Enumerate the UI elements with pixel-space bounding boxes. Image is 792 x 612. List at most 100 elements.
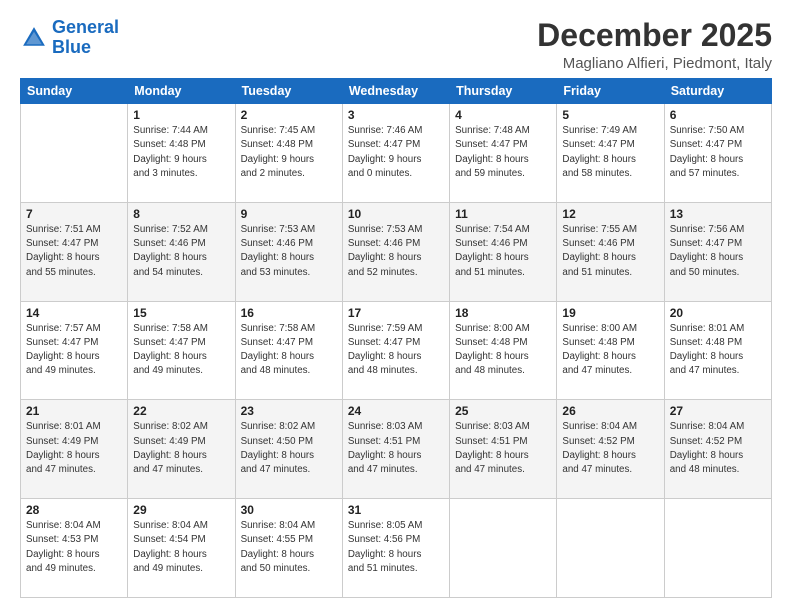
calendar-cell: 25 Sunrise: 8:03 AMSunset: 4:51 PMDayligh… (450, 400, 557, 499)
day-of-week-thursday: Thursday (450, 79, 557, 104)
month-title: December 2025 (537, 18, 772, 53)
cell-sun-info: Sunrise: 7:58 AMSunset: 4:47 PMDaylight:… (133, 322, 229, 379)
calendar-cell: 5Sunrise: 7:49 AMSunset: 4:47 PMDaylight… (557, 104, 664, 203)
day-number: 19 (562, 306, 658, 320)
calendar-cell: 8 Sunrise: 7:52 AMSunset: 4:46 PMDaylight… (128, 202, 235, 301)
cell-sun-info: Sunrise: 8:01 AMSunset: 4:49 PMDaylight:… (26, 420, 122, 477)
cell-sun-info: Sunrise: 8:05 AMSunset: 4:56 PMDaylight:… (348, 519, 444, 576)
cell-sun-info: Sunrise: 7:54 AMSunset: 4:46 PMDaylight:… (455, 223, 551, 280)
day-of-week-tuesday: Tuesday (235, 79, 342, 104)
day-of-week-sunday: Sunday (21, 79, 128, 104)
calendar-cell: 15Sunrise: 7:58 AMSunset: 4:47 PMDayligh… (128, 301, 235, 400)
day-number: 13 (670, 207, 766, 221)
day-of-week-friday: Friday (557, 79, 664, 104)
cell-sun-info: Sunrise: 8:03 AMSunset: 4:51 PMDaylight:… (348, 420, 444, 477)
calendar-week-row: 21 Sunrise: 8:01 AMSunset: 4:49 PMDayligh… (21, 400, 772, 499)
cell-sun-info: Sunrise: 8:02 AMSunset: 4:49 PMDaylight:… (133, 420, 229, 477)
cell-sun-info: Sunrise: 7:58 AMSunset: 4:47 PMDaylight:… (241, 322, 337, 379)
day-number: 11 (455, 207, 551, 221)
cell-sun-info: Sunrise: 8:00 AMSunset: 4:48 PMDaylight:… (562, 322, 658, 379)
cell-sun-info: Sunrise: 8:04 AMSunset: 4:54 PMDaylight:… (133, 519, 229, 576)
cell-sun-info: Sunrise: 7:51 AMSunset: 4:47 PMDaylight:… (26, 223, 122, 280)
location: Magliano Alfieri, Piedmont, Italy (537, 55, 772, 72)
cell-sun-info: Sunrise: 7:56 AMSunset: 4:47 PMDaylight:… (670, 223, 766, 280)
header: General Blue December 2025 Magliano Alfi… (20, 18, 772, 72)
cell-sun-info: Sunrise: 7:52 AMSunset: 4:46 PMDaylight:… (133, 223, 229, 280)
cell-sun-info: Sunrise: 7:59 AMSunset: 4:47 PMDaylight:… (348, 322, 444, 379)
day-number: 21 (26, 404, 122, 418)
day-number: 8 (133, 207, 229, 221)
cell-sun-info: Sunrise: 7:46 AMSunset: 4:47 PMDaylight:… (348, 124, 444, 181)
day-number: 28 (26, 503, 122, 517)
cell-sun-info: Sunrise: 8:03 AMSunset: 4:51 PMDaylight:… (455, 420, 551, 477)
cell-sun-info: Sunrise: 7:57 AMSunset: 4:47 PMDaylight:… (26, 322, 122, 379)
calendar-cell: 22 Sunrise: 8:02 AMSunset: 4:49 PMDayligh… (128, 400, 235, 499)
cell-sun-info: Sunrise: 7:45 AMSunset: 4:48 PMDaylight:… (241, 124, 337, 181)
cell-sun-info: Sunrise: 7:44 AMSunset: 4:48 PMDaylight:… (133, 124, 229, 181)
day-number: 7 (26, 207, 122, 221)
calendar-cell: 16 Sunrise: 7:58 AMSunset: 4:47 PMDayligh… (235, 301, 342, 400)
day-number: 6 (670, 108, 766, 122)
day-number: 26 (562, 404, 658, 418)
day-number: 9 (241, 207, 337, 221)
calendar-cell (21, 104, 128, 203)
day-number: 27 (670, 404, 766, 418)
cell-sun-info: Sunrise: 8:04 AMSunset: 4:53 PMDaylight:… (26, 519, 122, 576)
day-number: 18 (455, 306, 551, 320)
calendar-cell: 14 Sunrise: 7:57 AMSunset: 4:47 PMDayligh… (21, 301, 128, 400)
cell-sun-info: Sunrise: 8:04 AMSunset: 4:52 PMDaylight:… (562, 420, 658, 477)
logo-text: General Blue (52, 18, 119, 58)
cell-sun-info: Sunrise: 7:53 AMSunset: 4:46 PMDaylight:… (348, 223, 444, 280)
page: General Blue December 2025 Magliano Alfi… (0, 0, 792, 612)
calendar-cell: 4Sunrise: 7:48 AMSunset: 4:47 PMDaylight… (450, 104, 557, 203)
logo-general: General (52, 17, 119, 37)
calendar-cell: 26 Sunrise: 8:04 AMSunset: 4:52 PMDayligh… (557, 400, 664, 499)
calendar-cell: 10 Sunrise: 7:53 AMSunset: 4:46 PMDayligh… (342, 202, 449, 301)
day-number: 30 (241, 503, 337, 517)
cell-sun-info: Sunrise: 7:53 AMSunset: 4:46 PMDaylight:… (241, 223, 337, 280)
day-of-week-saturday: Saturday (664, 79, 771, 104)
day-number: 3 (348, 108, 444, 122)
cell-sun-info: Sunrise: 8:04 AMSunset: 4:55 PMDaylight:… (241, 519, 337, 576)
calendar-cell: 18Sunrise: 8:00 AMSunset: 4:48 PMDayligh… (450, 301, 557, 400)
day-number: 25 (455, 404, 551, 418)
calendar-week-row: 7 Sunrise: 7:51 AMSunset: 4:47 PMDaylight… (21, 202, 772, 301)
calendar-cell: 29 Sunrise: 8:04 AMSunset: 4:54 PMDayligh… (128, 499, 235, 598)
cell-sun-info: Sunrise: 8:01 AMSunset: 4:48 PMDaylight:… (670, 322, 766, 379)
calendar-cell: 3 Sunrise: 7:46 AMSunset: 4:47 PMDaylight… (342, 104, 449, 203)
calendar-week-row: 14 Sunrise: 7:57 AMSunset: 4:47 PMDayligh… (21, 301, 772, 400)
calendar-cell (557, 499, 664, 598)
calendar: SundayMondayTuesdayWednesdayThursdayFrid… (20, 78, 772, 598)
calendar-week-row: 1Sunrise: 7:44 AMSunset: 4:48 PMDaylight… (21, 104, 772, 203)
calendar-cell: 23Sunrise: 8:02 AMSunset: 4:50 PMDayligh… (235, 400, 342, 499)
day-number: 23 (241, 404, 337, 418)
calendar-cell: 9 Sunrise: 7:53 AMSunset: 4:46 PMDaylight… (235, 202, 342, 301)
day-number: 29 (133, 503, 229, 517)
day-number: 2 (241, 108, 337, 122)
logo-icon (20, 24, 48, 52)
calendar-cell: 20Sunrise: 8:01 AMSunset: 4:48 PMDayligh… (664, 301, 771, 400)
day-number: 16 (241, 306, 337, 320)
calendar-cell: 21 Sunrise: 8:01 AMSunset: 4:49 PMDayligh… (21, 400, 128, 499)
day-number: 22 (133, 404, 229, 418)
day-number: 10 (348, 207, 444, 221)
cell-sun-info: Sunrise: 7:50 AMSunset: 4:47 PMDaylight:… (670, 124, 766, 181)
cell-sun-info: Sunrise: 7:49 AMSunset: 4:47 PMDaylight:… (562, 124, 658, 181)
calendar-cell: 1Sunrise: 7:44 AMSunset: 4:48 PMDaylight… (128, 104, 235, 203)
calendar-cell: 27 Sunrise: 8:04 AMSunset: 4:52 PMDayligh… (664, 400, 771, 499)
calendar-cell: 17Sunrise: 7:59 AMSunset: 4:47 PMDayligh… (342, 301, 449, 400)
day-number: 14 (26, 306, 122, 320)
calendar-week-row: 28 Sunrise: 8:04 AMSunset: 4:53 PMDayligh… (21, 499, 772, 598)
title-block: December 2025 Magliano Alfieri, Piedmont… (537, 18, 772, 72)
calendar-cell: 24 Sunrise: 8:03 AMSunset: 4:51 PMDayligh… (342, 400, 449, 499)
calendar-header-row: SundayMondayTuesdayWednesdayThursdayFrid… (21, 79, 772, 104)
calendar-cell: 31 Sunrise: 8:05 AMSunset: 4:56 PMDayligh… (342, 499, 449, 598)
day-number: 24 (348, 404, 444, 418)
cell-sun-info: Sunrise: 7:48 AMSunset: 4:47 PMDaylight:… (455, 124, 551, 181)
day-number: 31 (348, 503, 444, 517)
logo-blue: Blue (52, 37, 91, 57)
cell-sun-info: Sunrise: 8:04 AMSunset: 4:52 PMDaylight:… (670, 420, 766, 477)
day-number: 12 (562, 207, 658, 221)
day-of-week-wednesday: Wednesday (342, 79, 449, 104)
calendar-cell: 6 Sunrise: 7:50 AMSunset: 4:47 PMDaylight… (664, 104, 771, 203)
